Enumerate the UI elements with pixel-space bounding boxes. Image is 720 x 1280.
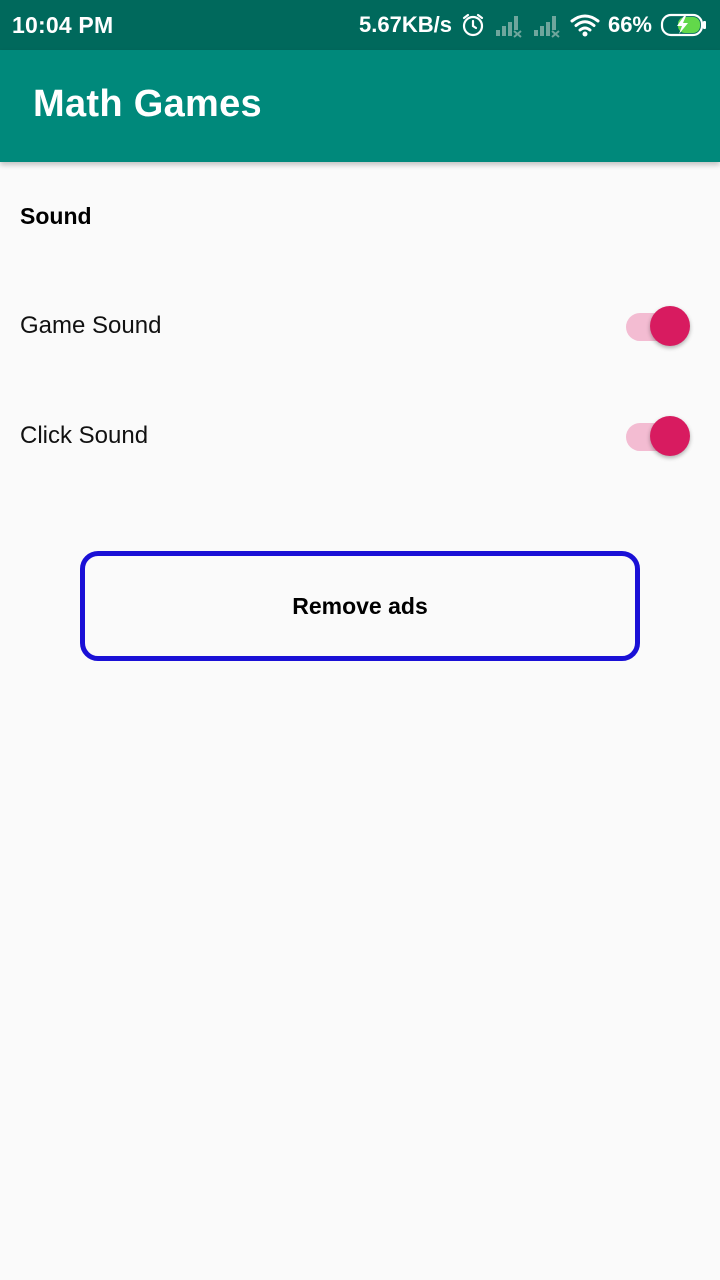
app-title: Math Games <box>33 83 262 125</box>
game-sound-switch[interactable] <box>626 305 692 347</box>
app-bar: Math Games <box>0 50 720 162</box>
battery-charging-icon <box>660 12 708 38</box>
setting-row-game-sound[interactable]: Game Sound <box>0 286 720 366</box>
click-sound-switch[interactable] <box>626 415 692 457</box>
signal-icon <box>532 12 562 38</box>
switch-thumb[interactable] <box>650 306 690 346</box>
section-header-sound: Sound <box>20 203 92 229</box>
wifi-icon <box>570 12 600 38</box>
network-speed: 5.67KB/s <box>359 12 452 37</box>
setting-label: Game Sound <box>20 312 162 339</box>
alarm-icon <box>460 12 486 38</box>
setting-label: Click Sound <box>20 422 149 449</box>
status-right: 5.67KB/s 66% <box>359 10 708 40</box>
status-bar: 10:04 PM 5.67KB/s 66% <box>0 0 720 50</box>
setting-row-click-sound[interactable]: Click Sound <box>0 396 720 476</box>
signal-icon <box>494 12 524 38</box>
remove-ads-button[interactable]: Remove ads <box>80 551 640 661</box>
switch-thumb[interactable] <box>650 416 690 456</box>
battery-percent: 66% <box>607 12 652 37</box>
status-time: 10:04 PM <box>12 12 114 38</box>
screen: 10:04 PM 5.67KB/s 66% Math Games Sound G… <box>0 0 720 1280</box>
